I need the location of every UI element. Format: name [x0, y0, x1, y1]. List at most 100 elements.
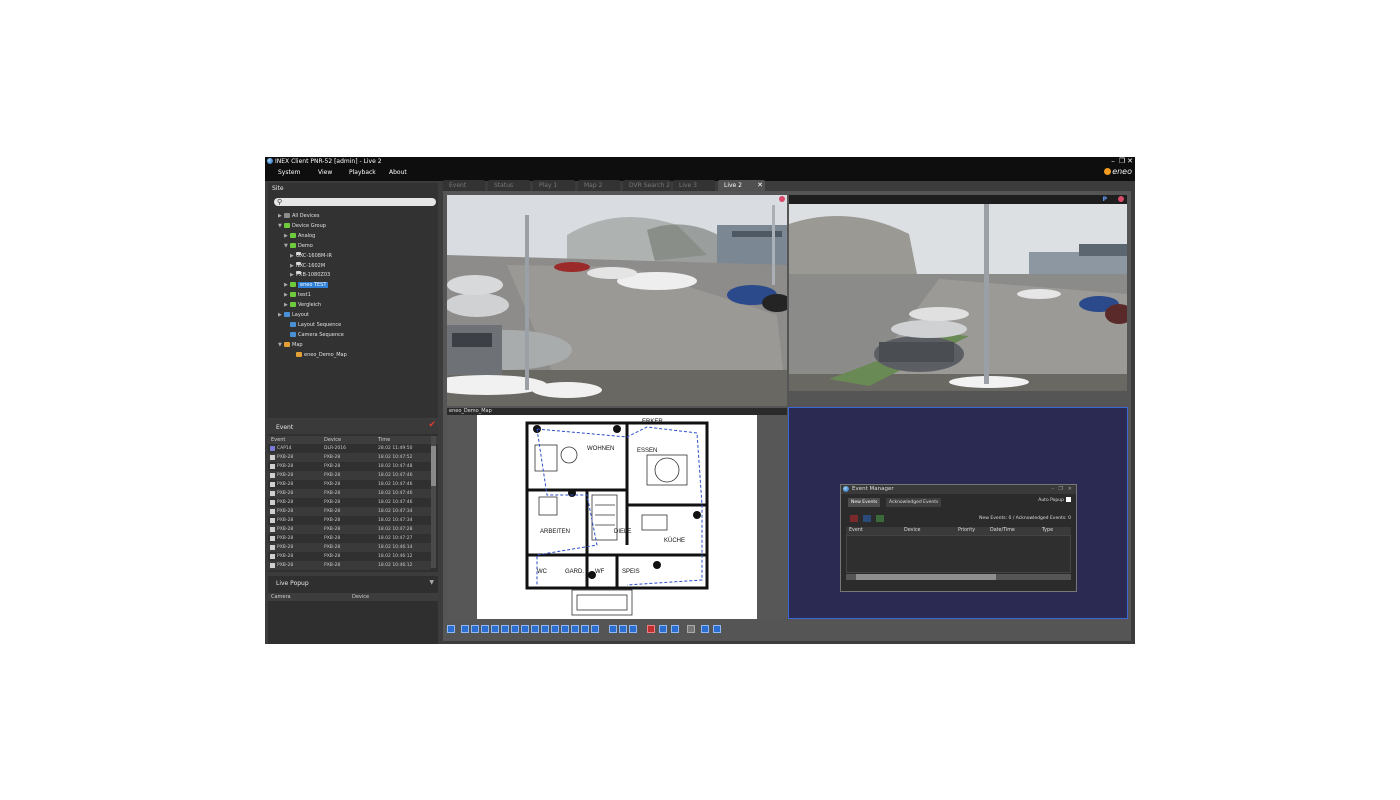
event-scrollbar[interactable]: [431, 436, 436, 568]
tab-dvr-search-2[interactable]: DVR Search 2: [623, 180, 671, 191]
event-row[interactable]: PXB-28 PXB-28 18.02 10:47:52: [268, 453, 431, 462]
layout-wide-icon[interactable]: [551, 625, 559, 633]
tree-item[interactable]: eneo_Demo_Map: [290, 351, 347, 360]
layout-5x5-icon[interactable]: [491, 625, 499, 633]
filter-icon[interactable]: [863, 515, 871, 522]
tab-live-3[interactable]: Live 3: [673, 180, 715, 191]
sequence-icon[interactable]: [701, 625, 709, 633]
live-popup-col-device[interactable]: Device: [352, 593, 369, 601]
event-row[interactable]: PXB-28 PXB-28 18.02 10:47:46: [268, 489, 431, 498]
event-row[interactable]: PXB-28 PXB-28 18.02 10:47:46: [268, 471, 431, 480]
restore-button[interactable]: ❐: [1118, 157, 1126, 166]
minimize-button[interactable]: –: [1109, 157, 1117, 166]
layout-grid-icon[interactable]: [571, 625, 579, 633]
tab-acknowledged-events[interactable]: Acknowledged Events: [886, 498, 942, 507]
tab-status[interactable]: Status: [488, 180, 530, 191]
clear-events-icon[interactable]: ✔: [428, 420, 436, 430]
camera-2-image: [789, 204, 1127, 391]
event-scrollbar-thumb[interactable]: [431, 446, 436, 486]
event-row[interactable]: PXB-28 PXB-28 18.02 10:47:48: [268, 462, 431, 471]
event-col-time[interactable]: Time: [378, 436, 390, 444]
event-row[interactable]: CAP14 DLR-2016 28.02 11:49:50: [268, 444, 431, 453]
layout-1p12-icon[interactable]: [521, 625, 529, 633]
tree-item[interactable]: ▶ NXC-1602M: [290, 261, 325, 271]
tree-item[interactable]: ▶ Layout: [278, 311, 309, 320]
em-col-datetime[interactable]: Date/Time: [990, 527, 1015, 535]
tree-item[interactable]: Layout Sequence: [284, 321, 341, 330]
event-col-device[interactable]: Device: [324, 436, 341, 444]
export-icon[interactable]: [876, 515, 884, 522]
layout-full-icon[interactable]: [591, 625, 599, 633]
tree-item[interactable]: ▼ Device Group: [278, 222, 326, 231]
fullscreen-icon[interactable]: [609, 625, 617, 633]
tree-item[interactable]: ▶ All Devices: [278, 212, 320, 221]
tree-item[interactable]: ▶ GXC-1608M-IR: [290, 251, 332, 261]
event-manager-hscrollbar[interactable]: [846, 574, 1071, 580]
record-all-icon[interactable]: [647, 625, 655, 633]
previous-icon[interactable]: [619, 625, 627, 633]
event-row[interactable]: PXB-28 PXB-28 18.02 10:47:34: [268, 507, 431, 516]
collapse-arrow-icon[interactable]: ▼: [429, 579, 434, 586]
event-row[interactable]: PXB-28 PXB-28 18.02 10:46:12: [268, 561, 431, 570]
acknowledge-icon[interactable]: [850, 515, 858, 522]
menu-system[interactable]: System: [278, 169, 300, 176]
settings-icon[interactable]: [713, 625, 721, 633]
aspect-ratio-icon[interactable]: [671, 625, 679, 633]
em-col-type[interactable]: Type: [1042, 527, 1053, 535]
layout-1p5-icon[interactable]: [501, 625, 509, 633]
event-row[interactable]: PXB-28 PXB-28 18.02 10:47:34: [268, 516, 431, 525]
camera-view-1[interactable]: [447, 195, 787, 406]
next-icon[interactable]: [629, 625, 637, 633]
event-row[interactable]: PXB-28 PXB-28 18.02 10:46:14: [268, 543, 431, 552]
audio-icon[interactable]: [687, 625, 695, 633]
em-col-event[interactable]: Event: [849, 527, 863, 535]
tree-item[interactable]: ▶ test1: [284, 291, 311, 300]
layout-custom-icon[interactable]: [561, 625, 569, 633]
tab-close-icon[interactable]: ✕: [757, 180, 763, 191]
dialog-maximize-button[interactable]: ❐: [1059, 485, 1063, 494]
layout-3p4-icon[interactable]: [541, 625, 549, 633]
live-popup-col-camera[interactable]: Camera: [271, 593, 291, 601]
event-cell-device: PXB-28: [324, 455, 341, 460]
layout-1x1-icon[interactable]: [447, 625, 455, 633]
em-col-device[interactable]: Device: [904, 527, 920, 535]
event-col-event[interactable]: Event: [271, 436, 285, 444]
menu-playback[interactable]: Playback: [349, 169, 376, 176]
tree-item[interactable]: ▼ Demo: [284, 242, 313, 251]
event-row[interactable]: PXB-28 PXB-28 18.02 10:47:28: [268, 525, 431, 534]
tab-map-2[interactable]: Map 2: [578, 180, 620, 191]
map-view[interactable]: eneo_Demo_Map ERKER WOHNEN ESSEN DIELE A…: [447, 408, 787, 619]
tree-item[interactable]: Camera Sequence: [284, 331, 344, 340]
snapshot-icon[interactable]: [659, 625, 667, 633]
event-row[interactable]: PXB-28 PXB-28 18.02 10:47:27: [268, 534, 431, 543]
layout-2x2-icon[interactable]: [461, 625, 469, 633]
menu-view[interactable]: View: [318, 169, 332, 176]
menu-about[interactable]: About: [389, 169, 407, 176]
layout-4x4-icon[interactable]: [481, 625, 489, 633]
tree-item[interactable]: ▶ Vergleich: [284, 301, 321, 310]
close-button[interactable]: ✕: [1126, 157, 1134, 166]
tree-item[interactable]: ▼ Map: [278, 341, 303, 350]
tab-live-2[interactable]: Live 2 ✕: [718, 180, 765, 191]
dialog-close-button[interactable]: ✕: [1068, 485, 1072, 494]
event-row[interactable]: PXB-28 PXB-28 18.02 10:47:46: [268, 498, 431, 507]
tree-item[interactable]: ▶ eneo TEST: [284, 281, 329, 290]
em-col-priority[interactable]: Priority: [958, 527, 975, 535]
event-row[interactable]: PXB-28 PXB-28 18.02 10:46:12: [268, 552, 431, 561]
hscrollbar-thumb[interactable]: [856, 574, 996, 580]
layout-3x3-icon[interactable]: [471, 625, 479, 633]
tree-item[interactable]: ▶ PXB-1080Z03: [290, 271, 330, 280]
checkbox-icon[interactable]: [1066, 497, 1071, 502]
tab-new-events[interactable]: New Events: [848, 498, 881, 507]
camera-view-2[interactable]: P: [789, 195, 1127, 391]
tab-event[interactable]: Event: [443, 180, 485, 191]
site-search-input[interactable]: ⚲: [274, 198, 436, 206]
tree-item[interactable]: ▶ Analog: [284, 232, 315, 241]
auto-popup-checkbox[interactable]: Auto Popup: [1038, 497, 1071, 503]
layout-1p7-icon[interactable]: [511, 625, 519, 633]
tab-play-1[interactable]: Play 1: [533, 180, 575, 191]
layout-matrix-icon[interactable]: [581, 625, 589, 633]
layout-2p8-icon[interactable]: [531, 625, 539, 633]
dialog-minimize-button[interactable]: –: [1052, 485, 1055, 494]
event-row[interactable]: PXB-28 PXB-28 18.02 10:47:46: [268, 480, 431, 489]
